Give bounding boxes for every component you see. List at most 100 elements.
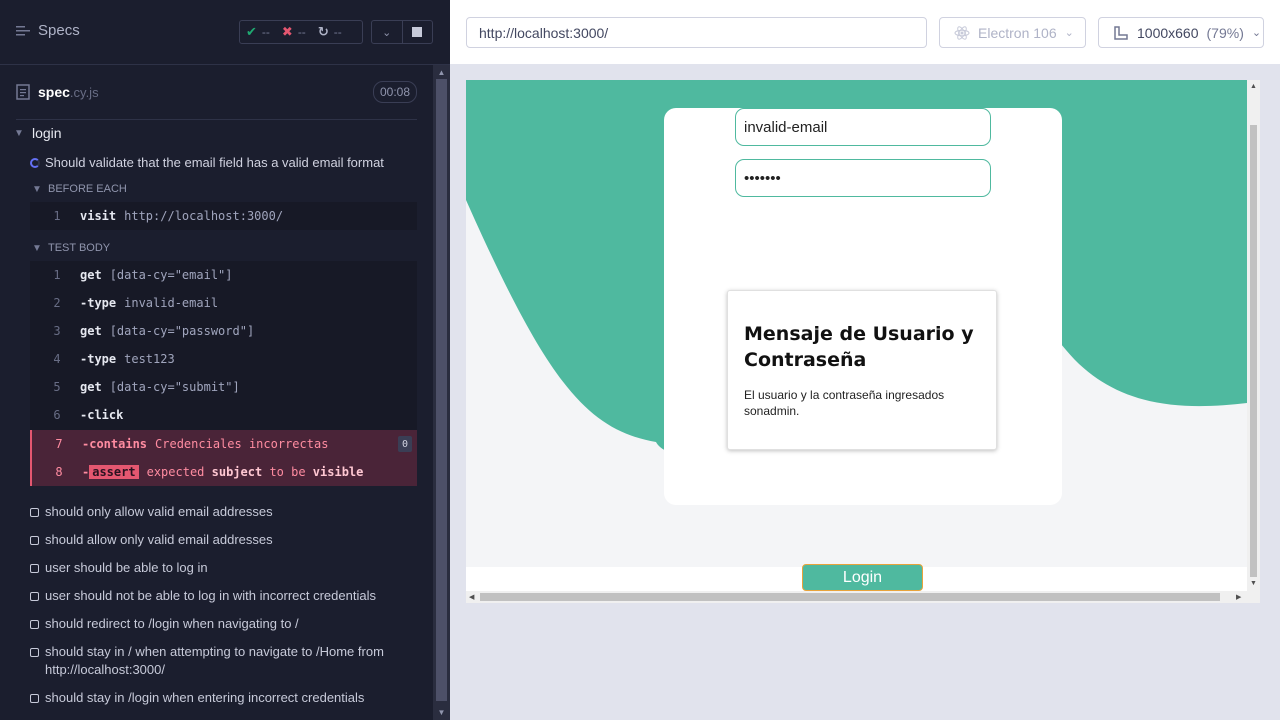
test-title: should stay in / when attempting to navi… [45, 644, 384, 677]
ruler-icon [1114, 25, 1128, 40]
command-row[interactable]: 1 get [data-cy="email"] [30, 261, 417, 289]
command-row[interactable]: 4 -type test123 [30, 345, 417, 373]
command-name: -type [80, 296, 117, 310]
reporter-scrollbar[interactable]: ▲ ▼ [433, 65, 450, 720]
test-title: should only allow valid email addresses [45, 504, 273, 519]
command-row[interactable]: 1 visit http://localhost:3000/ [30, 202, 417, 230]
test-title: should redirect to /login when navigatin… [45, 616, 299, 631]
command-number: 1 [53, 268, 61, 282]
iframe-horizontal-scrollbar[interactable]: ◀ ▶ [466, 591, 1260, 603]
specs-label: Specs [38, 22, 80, 39]
electron-icon [954, 25, 970, 40]
command-number: 5 [53, 380, 61, 394]
x-icon: ✖ [281, 24, 293, 39]
dialog-title: Mensaje de Usuario y Contraseña [744, 323, 974, 371]
command-name: -contains [82, 437, 148, 451]
login-button[interactable]: Login [802, 564, 923, 591]
running-test[interactable]: Should validate that the email field has… [30, 155, 384, 170]
pending-stat: ↻ -- [312, 24, 348, 40]
command-name: -click [80, 408, 124, 422]
pending-count: -- [333, 25, 342, 39]
scroll-up-icon[interactable]: ▲ [433, 66, 450, 78]
test-item[interactable]: user should be able to log in [30, 559, 410, 577]
passed-count: -- [261, 25, 270, 39]
failed-command-row[interactable]: 7 -contains Credenciales incorrectas 0 [30, 430, 417, 458]
command-message: test123 [124, 352, 175, 366]
check-icon: ✔ [246, 24, 257, 39]
test-title: user should be able to log in [45, 560, 208, 575]
command-number: 2 [53, 296, 61, 310]
test-item[interactable]: should stay in /login when entering inco… [30, 689, 410, 707]
command-message: Credenciales incorrectas [155, 437, 329, 451]
command-name: get [80, 380, 102, 394]
run-controls: ⌄ [371, 20, 433, 44]
login-card: invalid-email ••••••• Mensaje de Usuario… [664, 108, 1062, 505]
command-message: [data-cy="submit"] [109, 380, 240, 394]
before-each-hook[interactable]: ▼ BEFORE EACH [32, 183, 127, 195]
failed-assert-row[interactable]: 8 - assert expected subject to be visibl… [30, 458, 417, 486]
spec-file-name: spec [38, 84, 70, 100]
failed-stat: ✖ -- [276, 24, 312, 40]
specs-toggle-button[interactable]: Specs [16, 22, 80, 39]
chevron-down-icon: ▼ [14, 127, 24, 139]
test-item[interactable]: should stay in / when attempting to navi… [30, 643, 410, 679]
iframe-vertical-scrollbar[interactable]: ▲ ▼ [1247, 80, 1260, 591]
reporter-header: Specs ✔ -- ✖ -- ↻ -- ⌄ [0, 0, 450, 65]
collapse-button[interactable]: ⌄ [372, 21, 402, 43]
spec-file-row[interactable]: spec .cy.js 00:08 [16, 80, 417, 104]
viewport-info[interactable]: 1000x660 (79%) ⌄ [1098, 17, 1264, 48]
test-item[interactable]: should allow only valid email addresses [30, 531, 410, 549]
command-number: 7 [55, 437, 63, 451]
command-name: -type [80, 352, 117, 366]
command-number: 6 [53, 408, 61, 422]
menu-icon [16, 25, 30, 35]
test-status-icon [30, 648, 39, 657]
email-field[interactable]: invalid-email [735, 108, 991, 146]
test-status-icon [30, 592, 39, 601]
scroll-up-icon[interactable]: ▲ [1250, 83, 1257, 90]
command-row[interactable]: 6 -click [30, 401, 417, 429]
stop-button[interactable] [401, 21, 433, 43]
test-stats: ✔ -- ✖ -- ↻ -- [239, 20, 363, 44]
scroll-down-icon[interactable]: ▼ [433, 706, 450, 718]
scroll-thumb[interactable] [436, 79, 447, 701]
before-each-commands: 1 visit http://localhost:3000/ [30, 202, 417, 230]
command-name: get [80, 268, 102, 282]
assert-subject: subject [211, 465, 263, 479]
before-each-label: BEFORE EACH [48, 183, 127, 195]
document-icon [16, 84, 30, 100]
assert-word: to be [269, 465, 306, 479]
dialog-body: El usuario y la contraseña ingresados so… [744, 388, 945, 418]
command-message: http://localhost:3000/ [124, 209, 284, 223]
browser-name: Electron 106 [978, 24, 1057, 41]
chevron-down-icon: ⌄ [382, 26, 392, 39]
suite-title: login [32, 125, 62, 141]
scroll-left-icon[interactable]: ◀ [469, 593, 474, 601]
passed-stat: ✔ -- [240, 24, 276, 40]
viewport-size: 1000x660 [1137, 24, 1199, 41]
command-message: [data-cy="email"] [109, 268, 233, 282]
command-row[interactable]: 5 get [data-cy="submit"] [30, 373, 417, 401]
password-field[interactable]: ••••••• [735, 159, 991, 197]
test-item[interactable]: should redirect to /login when navigatin… [30, 615, 410, 633]
scroll-thumb[interactable] [1250, 125, 1257, 577]
scroll-right-icon[interactable]: ▶ [1236, 593, 1241, 601]
scroll-thumb[interactable] [480, 593, 1220, 601]
message-dialog: Mensaje de Usuario y Contraseña El usuar… [727, 290, 997, 450]
test-title: should allow only valid email addresses [45, 532, 273, 547]
chevron-down-icon: ▼ [32, 183, 42, 195]
scroll-down-icon[interactable]: ▼ [1250, 580, 1257, 587]
test-item[interactable]: user should not be able to log in with i… [30, 587, 410, 605]
spec-file-ext: .cy.js [69, 84, 99, 100]
browser-selector[interactable]: Electron 106 ⌄ [939, 17, 1086, 48]
command-name: get [80, 324, 102, 338]
chevron-down-icon: ⌄ [1064, 27, 1074, 39]
test-item[interactable]: should only allow valid email addresses [30, 503, 410, 521]
viewport-zoom: (79%) [1206, 24, 1244, 41]
suite-login[interactable]: ▼ login [14, 125, 62, 141]
command-number: 4 [53, 352, 61, 366]
command-row[interactable]: 3 get [data-cy="password"] [30, 317, 417, 345]
command-row[interactable]: 2 -type invalid-email [30, 289, 417, 317]
test-body-hook[interactable]: ▼ TEST BODY [32, 242, 110, 254]
url-bar[interactable]: http://localhost:3000/ [466, 17, 927, 48]
